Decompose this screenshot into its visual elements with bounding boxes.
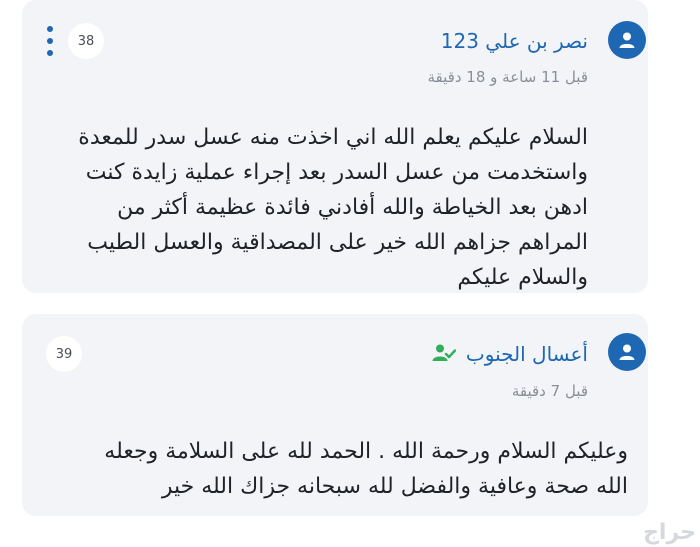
comment-line: واستخدمت من عسل السدر بعد إجراء عملية زا… <box>85 160 588 185</box>
comment-line: السلام عليكم يعلم الله اني اخذت منه عسل … <box>78 125 588 150</box>
watermark-logo: حراج <box>643 520 696 545</box>
comment-line: وعليكم السلام ورحمة الله . الحمد لله على… <box>104 439 628 464</box>
verified-user-icon <box>432 344 456 361</box>
comment-time: قبل 11 ساعة و 18 دقيقة <box>427 68 588 86</box>
avatar[interactable] <box>608 333 646 371</box>
comment-number-badge: 38 <box>68 23 104 59</box>
comment-line: ادهن بعد الخياطة والله أفادني فائدة عظيم… <box>117 195 588 220</box>
more-vertical-icon[interactable] <box>46 26 54 56</box>
comment-username[interactable]: نصر بن علي 123 <box>441 29 588 53</box>
comment-body: السلام عليكم يعلم الله اني اخذت منه عسل … <box>48 120 588 295</box>
comment-time: قبل 7 دقيقة <box>511 382 588 400</box>
comment-body: وعليكم السلام ورحمة الله . الحمد لله على… <box>68 434 628 504</box>
comment-line: الله صحة وعافية والفضل لله سبحانه جزاك ا… <box>161 474 628 499</box>
comment-line: والسلام عليكم <box>457 265 588 290</box>
avatar[interactable] <box>608 21 646 59</box>
comment-line: المراهم جزاهم الله خير على المصداقية وال… <box>87 230 588 255</box>
user-icon <box>619 344 635 360</box>
user-icon <box>619 32 635 48</box>
comment-number-badge: 39 <box>46 336 82 372</box>
comment-username[interactable]: أعسال الجنوب <box>466 342 588 366</box>
